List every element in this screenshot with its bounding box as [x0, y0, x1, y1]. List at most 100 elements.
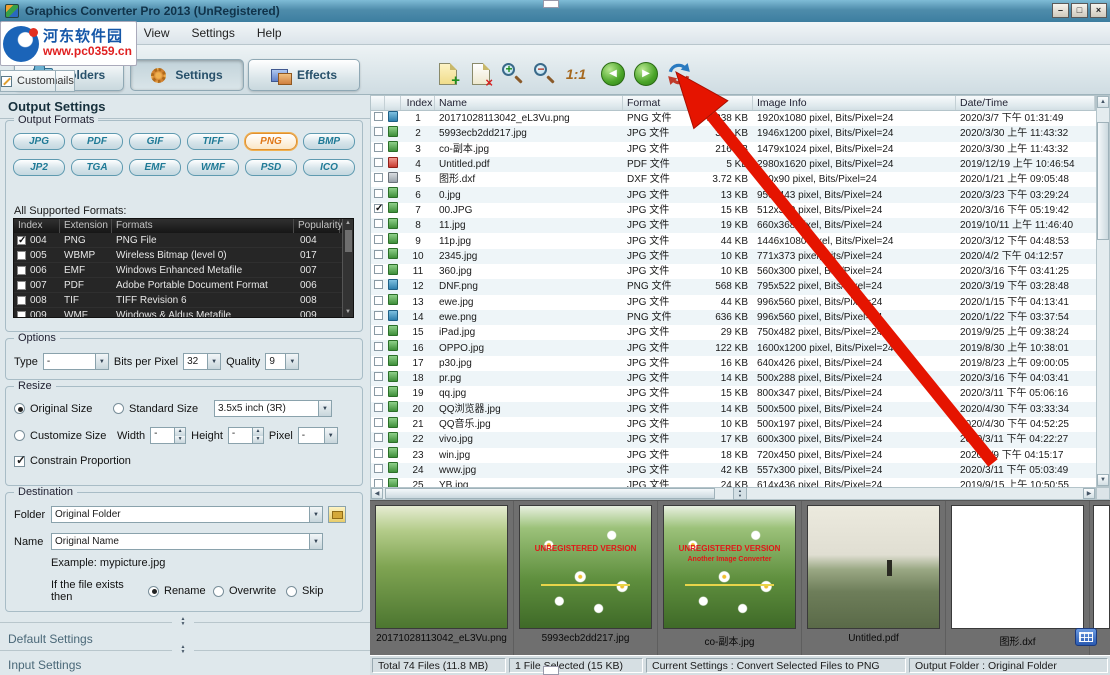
format-checkbox[interactable] — [17, 251, 26, 260]
default-settings-section[interactable]: Default Settings — [8, 632, 93, 646]
main-tab[interactable]: Effects — [248, 59, 360, 91]
file-checkbox[interactable] — [374, 127, 383, 136]
destination-folder-select[interactable]: Original Folder▼ — [51, 506, 323, 523]
type-select[interactable]: -▼ — [43, 353, 109, 370]
file-row[interactable]: 14 ewe.png PNG 文件 636 KB 996x560 pixel, … — [371, 310, 1096, 325]
standard-size-radio[interactable] — [113, 403, 124, 414]
format-checkbox[interactable] — [17, 296, 26, 305]
format-checkbox[interactable] — [17, 281, 26, 290]
format-button[interactable]: PNG — [245, 133, 297, 150]
view-tab[interactable]: Custom — [0, 70, 56, 92]
file-row[interactable]: 10 2345.jpg JPG 文件 10 KB 771x373 pixel, … — [371, 249, 1096, 264]
file-row[interactable]: 3 co-副本.jpg JPG 文件 216 KB 1479x1024 pixe… — [371, 142, 1096, 157]
file-checkbox[interactable] — [374, 250, 383, 259]
thumbnail[interactable]: 图形.dxf — [946, 501, 1090, 655]
expander-handle-icon[interactable]: ▲▼ — [172, 645, 194, 655]
file-row[interactable]: 25 YB.jpg JPG 文件 24 KB 614x436 pixel, Bi… — [371, 478, 1096, 487]
scroll-right-icon[interactable]: ▶ — [1083, 488, 1095, 499]
file-row[interactable]: 16 OPPO.jpg JPG 文件 122 KB 1600x1200 pixe… — [371, 340, 1096, 355]
expander-handle-icon[interactable]: ▲▼ — [172, 617, 194, 627]
format-button[interactable]: ICO — [303, 159, 355, 176]
skip-radio[interactable] — [286, 586, 297, 597]
thumbnail-grid-icon[interactable] — [1075, 628, 1097, 646]
add-files-button[interactable]: + — [432, 57, 464, 91]
format-checkbox[interactable] — [17, 266, 26, 275]
header-date-time[interactable]: Date/Time — [956, 96, 1095, 110]
customize-size-radio[interactable] — [14, 430, 25, 441]
bits-per-pixel-select[interactable]: 32▼ — [183, 353, 221, 370]
browse-folder-button[interactable] — [328, 506, 346, 523]
file-checkbox[interactable] — [374, 296, 383, 305]
thumbnail[interactable]: UNREGISTERED VERSION 5993ecb2dd217.jpg — [514, 501, 658, 655]
vertical-scrollbar[interactable]: ▲ ▼ — [1096, 95, 1110, 487]
file-checkbox[interactable] — [374, 311, 383, 320]
input-settings-section[interactable]: Input Settings — [8, 658, 81, 672]
file-row[interactable]: 22 vivo.jpg JPG 文件 17 KB 600x300 pixel, … — [371, 432, 1096, 447]
format-table-row[interactable]: 005 WBMP Wireless Bitmap (level 0) 017 — [14, 248, 353, 263]
file-row[interactable]: 18 pr.pg JPG 文件 14 KB 500x288 pixel, Bit… — [371, 371, 1096, 386]
file-row[interactable]: 7 00.JPG JPG 文件 15 KB 512x300 pixel, Bit… — [371, 203, 1096, 218]
file-row[interactable]: 1 20171028113042_eL3Vu.png PNG 文件 2,338 … — [371, 111, 1096, 126]
scroll-down-icon[interactable]: ▼ — [1097, 474, 1109, 486]
file-checkbox[interactable] — [374, 143, 383, 152]
standard-size-select[interactable]: 3.5x5 inch (3R)▼ — [214, 400, 332, 417]
header-icon-column[interactable] — [385, 96, 401, 110]
file-checkbox[interactable] — [374, 479, 383, 487]
format-button[interactable]: PSD — [245, 159, 297, 176]
header-size[interactable]: Size — [691, 96, 753, 110]
file-checkbox[interactable] — [374, 326, 383, 335]
close-button[interactable]: × — [1090, 3, 1107, 18]
file-row[interactable]: 2 5993ecb2dd217.jpg JPG 文件 314 KB 1946x1… — [371, 126, 1096, 141]
file-row[interactable]: 20 QQ浏览器.jpg JPG 文件 14 KB 500x500 pixel,… — [371, 402, 1096, 417]
original-size-radio[interactable] — [14, 403, 25, 414]
formats-table-scrollbar[interactable]: ▲▼ — [342, 219, 353, 317]
zoom-in-button[interactable]: + — [497, 57, 529, 91]
format-button[interactable]: PDF — [71, 133, 123, 150]
rename-radio[interactable] — [148, 586, 159, 597]
file-checkbox[interactable] — [374, 173, 383, 182]
minimize-button[interactable]: – — [1052, 3, 1069, 18]
file-checkbox[interactable] — [374, 204, 383, 213]
remove-files-button[interactable]: × — [465, 57, 497, 91]
quality-select[interactable]: 9▼ — [265, 353, 299, 370]
header-format[interactable]: Format — [623, 96, 691, 110]
format-table-row[interactable]: 004 PNG PNG File 004 — [14, 233, 353, 248]
thumbnail[interactable]: 20171028113042_eL3Vu.png — [370, 501, 514, 655]
thumbnail[interactable]: Untitled.pdf — [802, 501, 946, 655]
zoom-out-button[interactable]: − — [529, 57, 561, 91]
format-button[interactable]: JP2 — [13, 159, 65, 176]
file-checkbox[interactable] — [374, 403, 383, 412]
scrollbar-thumb[interactable] — [385, 488, 715, 499]
file-checkbox[interactable] — [374, 357, 383, 366]
file-row[interactable]: 13 ewe.jpg JPG 文件 44 KB 996x560 pixel, B… — [371, 295, 1096, 310]
file-checkbox[interactable] — [374, 418, 383, 427]
file-row[interactable]: 23 win.jpg JPG 文件 18 KB 720x450 pixel, B… — [371, 448, 1096, 463]
file-row[interactable]: 12 DNF.png PNG 文件 568 KB 795x522 pixel, … — [371, 279, 1096, 294]
thumbnail[interactable]: UNREGISTERED VERSION Another Image Conve… — [658, 501, 802, 655]
format-button[interactable]: TGA — [71, 159, 123, 176]
file-checkbox[interactable] — [374, 464, 383, 473]
file-row[interactable]: 15 iPad.jpg JPG 文件 29 KB 750x482 pixel, … — [371, 325, 1096, 340]
maximize-button[interactable]: □ — [1071, 3, 1088, 18]
format-button[interactable]: TIFF — [187, 133, 239, 150]
file-checkbox[interactable] — [374, 372, 383, 381]
height-spinner[interactable]: -▲▼ — [228, 427, 264, 444]
file-row[interactable]: 19 qq.jpg JPG 文件 15 KB 800x347 pixel, Bi… — [371, 386, 1096, 401]
file-checkbox[interactable] — [374, 158, 383, 167]
previous-button[interactable]: ◀ — [597, 57, 629, 91]
file-checkbox[interactable] — [374, 449, 383, 458]
format-button[interactable]: BMP — [303, 133, 355, 150]
file-checkbox[interactable] — [374, 265, 383, 274]
main-tab[interactable]: Settings — [130, 59, 244, 91]
file-row[interactable]: 24 www.jpg JPG 文件 42 KB 557x300 pixel, B… — [371, 463, 1096, 478]
file-checkbox[interactable] — [374, 219, 383, 228]
file-checkbox[interactable] — [374, 280, 383, 289]
file-row[interactable]: 21 QQ音乐.jpg JPG 文件 10 KB 500x197 pixel, … — [371, 417, 1096, 432]
destination-name-select[interactable]: Original Name▼ — [51, 533, 323, 550]
constrain-proportion-checkbox[interactable] — [14, 456, 25, 467]
format-table-row[interactable]: 007 PDF Adobe Portable Document Format 0… — [14, 278, 353, 293]
file-checkbox[interactable] — [374, 112, 383, 121]
scroll-up-icon[interactable]: ▲ — [1097, 96, 1109, 108]
header-name[interactable]: Name — [435, 96, 623, 110]
overwrite-radio[interactable] — [213, 586, 224, 597]
